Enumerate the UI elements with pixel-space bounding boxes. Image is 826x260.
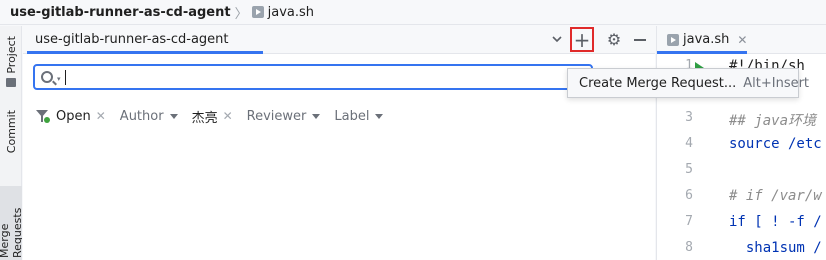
line-number: 5 [685,162,693,177]
tab-repository[interactable]: use-gitlab-runner-as-cd-agent [35,32,229,47]
breadcrumb-file[interactable]: java.sh [268,5,314,20]
search-history-caret-icon[interactable]: ▾ [57,75,61,83]
dropdown-arrow-icon [312,113,321,119]
search-icon [41,71,53,83]
close-icon[interactable]: ✕ [737,33,747,47]
line-number: 6 [685,188,693,203]
filter-state[interactable]: Open ✕ [56,109,106,124]
tool-window-merge-requests[interactable]: Merge Requests [0,186,22,260]
shell-file-icon [667,33,679,46]
editor-tab-label: java.sh [683,32,730,47]
chevron-down-icon[interactable] [550,32,564,46]
minimize-icon[interactable] [634,39,646,41]
code-line: source /etc [729,136,822,152]
filter-author-label: Author [119,108,164,124]
filter-reviewer-label: Reviewer [246,108,307,124]
editor-tab-java-sh[interactable]: java.sh ✕ [667,32,747,47]
search-input[interactable] [69,66,589,88]
filter-icon [36,110,50,123]
panel-header: use-gitlab-runner-as-cd-agent + ⚙ [23,26,655,54]
filter-reviewer[interactable]: Reviewer [247,109,321,124]
tooltip-text: Create Merge Request... [579,75,737,91]
filter-active-dot [44,117,50,123]
search-field[interactable]: ▾ [33,64,593,90]
clear-assignee-icon[interactable]: ✕ [223,109,233,123]
code-line: # if /var/w [729,188,822,204]
active-tab-indicator [27,51,263,54]
breadcrumb-project[interactable]: use-gitlab-runner-as-cd-agent [10,5,231,20]
filter-assignee[interactable]: 杰亮 ✕ [192,107,233,126]
filter-bar: Open ✕ Author 杰亮 ✕ Reviewer Label [36,106,397,126]
project-tool-label: Project [4,36,18,74]
code-line: sha1sum / [729,240,822,256]
tool-window-strip: Project Commit Merge Requests [0,26,22,260]
shell-file-icon [251,6,264,18]
tooltip-shortcut: Alt+Insert [743,75,810,91]
line-number: 8 [685,240,693,255]
clear-state-icon[interactable]: ✕ [96,109,106,123]
dropdown-arrow-icon [375,113,384,119]
code-editor: java.sh ✕ 1 2 3 4 5 6 7 8 #!/bin/sh ## j… [656,26,826,260]
editor-tab-bar: java.sh ✕ [657,26,826,54]
merge-requests-panel: use-gitlab-runner-as-cd-agent + ⚙ ▾ Open… [23,26,655,260]
dropdown-arrow-icon [169,113,178,119]
breadcrumb: use-gitlab-runner-as-cd-agent 〉 java.sh [0,0,826,25]
create-merge-request-tooltip: Create Merge Request... Alt+Insert [567,68,809,98]
filter-label-label: Label [334,108,370,124]
commit-tool-label: Commit [4,110,18,154]
plus-icon: + [573,27,591,52]
filter-label[interactable]: Label [334,108,384,124]
filter-state-value: Open [56,108,91,124]
line-number: 3 [685,110,693,125]
tool-window-commit[interactable]: Commit [0,110,22,153]
gear-icon[interactable]: ⚙ [606,32,622,48]
breadcrumb-separator: 〉 [234,6,248,22]
folder-icon [6,77,16,87]
filter-author[interactable]: Author [120,109,178,124]
merge-requests-tool-label: Merge Requests [0,207,22,258]
tool-window-project[interactable]: Project [0,36,22,87]
filter-assignee-value: 杰亮 [191,110,218,126]
code-line: ## java环境 [729,113,817,129]
code-line: if [ ! -f / [729,214,822,230]
line-number: 4 [685,136,693,151]
line-number: 7 [685,214,693,229]
text-cursor [65,70,66,85]
create-merge-request-button[interactable]: + [570,27,594,52]
